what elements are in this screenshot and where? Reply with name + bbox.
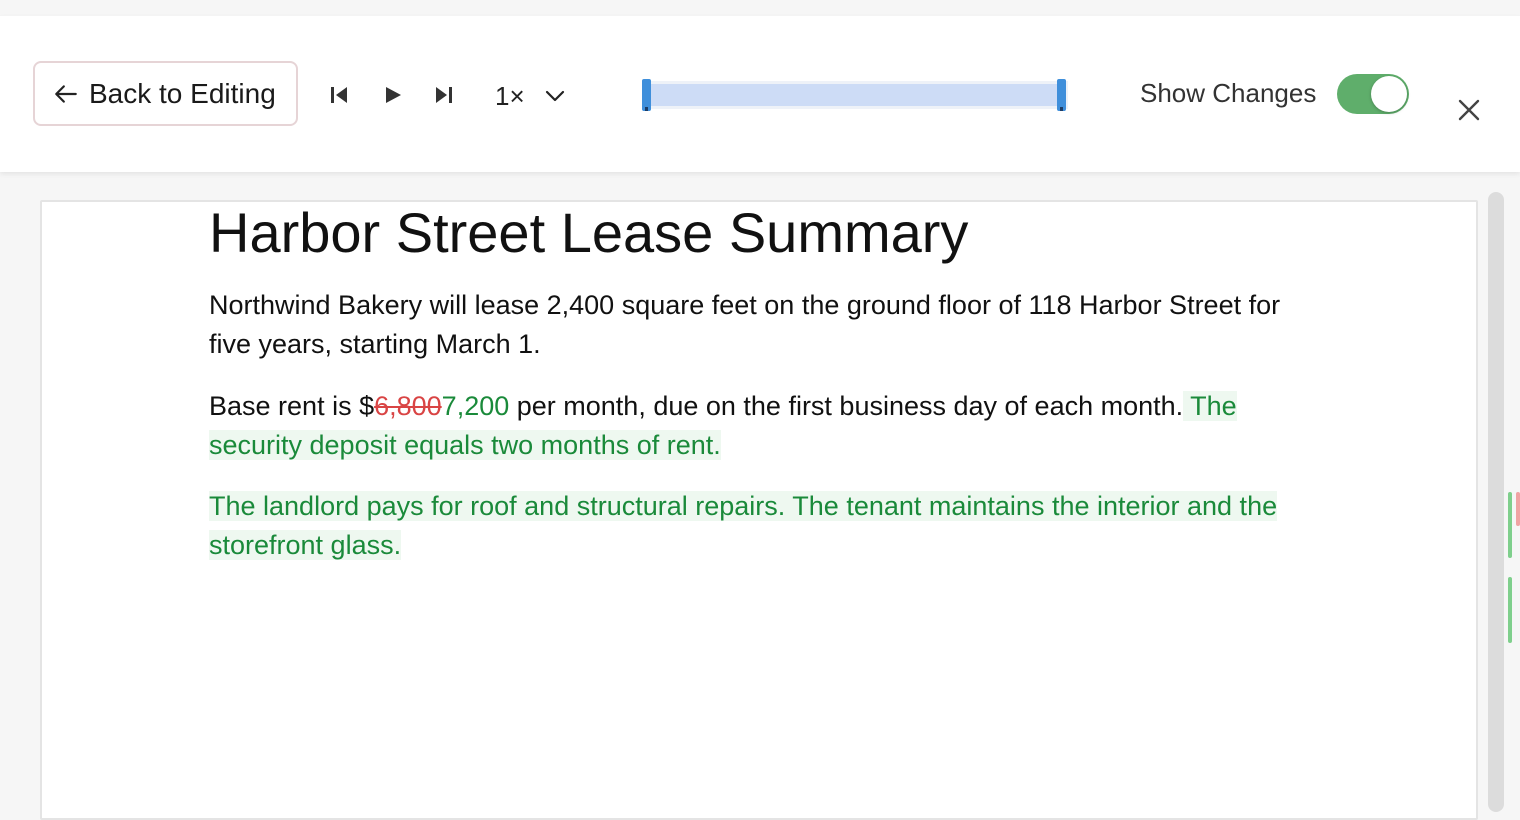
back-to-editing-label: Back to Editing: [89, 77, 276, 109]
skip-to-start-icon: [331, 87, 347, 103]
close-icon: [1458, 99, 1480, 121]
timeline-selected-range: [650, 84, 1060, 106]
change-marker-removed[interactable]: [1516, 492, 1520, 526]
show-changes-label: Show Changes: [1140, 78, 1317, 108]
skip-to-end-button[interactable]: [435, 86, 453, 104]
timeline-end-handle[interactable]: [1057, 79, 1066, 111]
inserted-text: The landlord pays for roof and structura…: [209, 491, 1278, 560]
document-area: Harbor Street Lease Summary Northwind Ba…: [0, 172, 1520, 820]
text-unchanged: per month, due on the first business day…: [509, 391, 1184, 421]
paragraph: The landlord pays for roof and structura…: [209, 487, 1299, 565]
playback-speed-value: 1×: [495, 80, 525, 111]
skip-to-end-icon: [436, 87, 452, 103]
toggle-knob: [1371, 76, 1407, 112]
skip-to-start-button[interactable]: [330, 86, 348, 104]
vertical-scrollbar[interactable]: [1488, 192, 1504, 812]
timeline-start-handle[interactable]: [642, 79, 651, 111]
chevron-down-icon: [545, 90, 564, 102]
history-timeline[interactable]: [642, 79, 1068, 111]
playback-speed-select[interactable]: 1×: [495, 80, 565, 112]
document-title: Harbor Street Lease Summary: [209, 201, 969, 264]
show-changes-toggle[interactable]: [1337, 74, 1409, 114]
inserted-text: 7,200: [441, 391, 510, 421]
playback-toolbar: Back to Editing 1× Show Changes: [0, 16, 1520, 172]
paragraph: Northwind Bakery will lease 2,400 square…: [209, 290, 1281, 359]
close-button[interactable]: [1455, 96, 1483, 129]
change-marker-added[interactable]: [1508, 577, 1512, 643]
back-to-editing-button[interactable]: Back to Editing: [33, 61, 298, 126]
deleted-text: 6,800: [374, 391, 442, 421]
text-unchanged: Base rent is $: [209, 391, 375, 421]
play-icon: [386, 87, 401, 103]
arrow-left-icon: [55, 84, 77, 103]
play-button[interactable]: [384, 86, 402, 104]
change-marker-added[interactable]: [1508, 492, 1512, 558]
paragraph: Base rent is $6,8007,200 per month, due …: [209, 387, 1299, 465]
